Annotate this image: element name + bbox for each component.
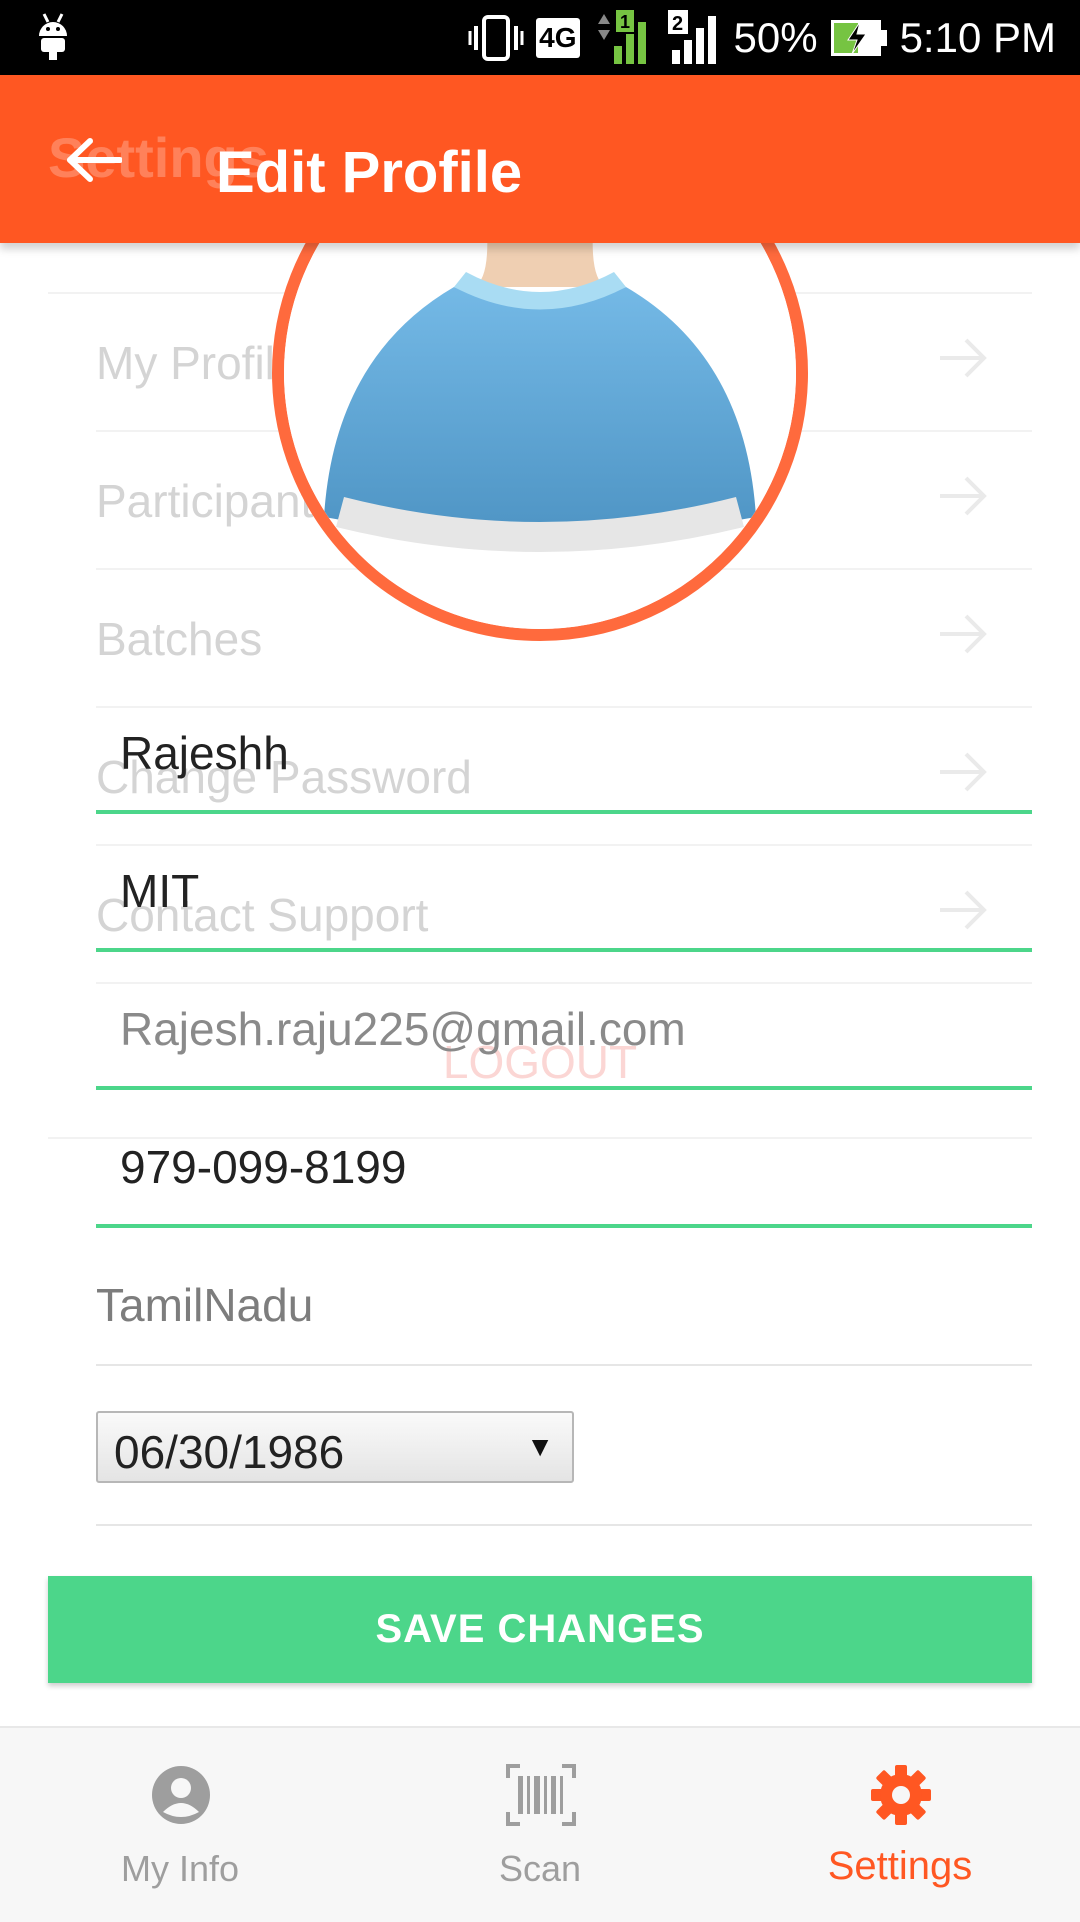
email-field[interactable]: Rajesh.raju225@gmail.com [96,976,1032,1090]
arrow-right-icon [940,476,987,516]
clock: 5:10 PM [899,13,1056,61]
email-value: Rajesh.raju225@gmail.com [120,1003,686,1055]
phone-value: 979-099-8199 [120,1141,407,1193]
battery-percent: 50% [733,13,818,61]
signal-sim1-icon: 1 [597,9,646,64]
menu-item-label: Batches [96,613,263,665]
name-value: Rajeshh [120,727,289,779]
gear-icon [871,1765,931,1825]
arrow-right-icon [940,614,987,654]
battery-charging-icon [830,19,887,56]
status-bar: 4G 1 2 50% 5:10 PM [0,0,1080,75]
nav-label: Settings [827,1844,973,1888]
arrow-right-icon [940,338,987,378]
android-notification-icon [39,13,67,60]
page-title: Edit Profile [216,140,523,205]
nav-label: Scan [498,1848,582,1889]
nav-item-scan[interactable]: Scan [360,1728,720,1922]
svg-text:1: 1 [620,12,630,32]
state-value: TamilNadu [96,1279,314,1331]
app-bar: Settings Edit Profile [0,75,1080,243]
field-underline [96,1086,1032,1090]
field-underline [96,1364,1032,1366]
menu-item-label: My Profile [96,337,301,389]
nav-label: My Info [120,1848,240,1889]
bottom-navigation: My Info Scan Settings [0,1726,1080,1922]
field-underline [96,948,1032,952]
college-field[interactable]: MIT [96,838,1032,952]
field-underline [96,810,1032,814]
network-4g-icon: 4G [536,17,580,58]
field-underline [96,1224,1032,1228]
name-field[interactable]: Rajeshh [96,700,1032,814]
save-changes-button[interactable]: SAVE CHANGES [48,1576,1032,1683]
vibrate-icon [468,14,524,61]
phone-field[interactable]: 979-099-8199 [96,1114,1032,1228]
divider [96,1524,1032,1526]
barcode-icon [506,1764,576,1826]
person-circle-icon [152,1766,210,1824]
nav-item-my-info[interactable]: My Info [0,1728,360,1922]
signal-sim2-icon: 2 [667,9,716,64]
dob-value: 06/30/1986 [114,1426,345,1478]
college-value: MIT [120,865,200,917]
back-arrow-icon[interactable] [66,137,122,183]
dropdown-caret-icon: ▼ [526,1431,554,1462]
state-field[interactable]: TamilNadu [96,1252,1032,1366]
date-of-birth-select[interactable]: 06/30/1986 ▼ [96,1411,574,1483]
svg-text:2: 2 [672,13,683,35]
nav-item-settings[interactable]: Settings [720,1728,1080,1922]
